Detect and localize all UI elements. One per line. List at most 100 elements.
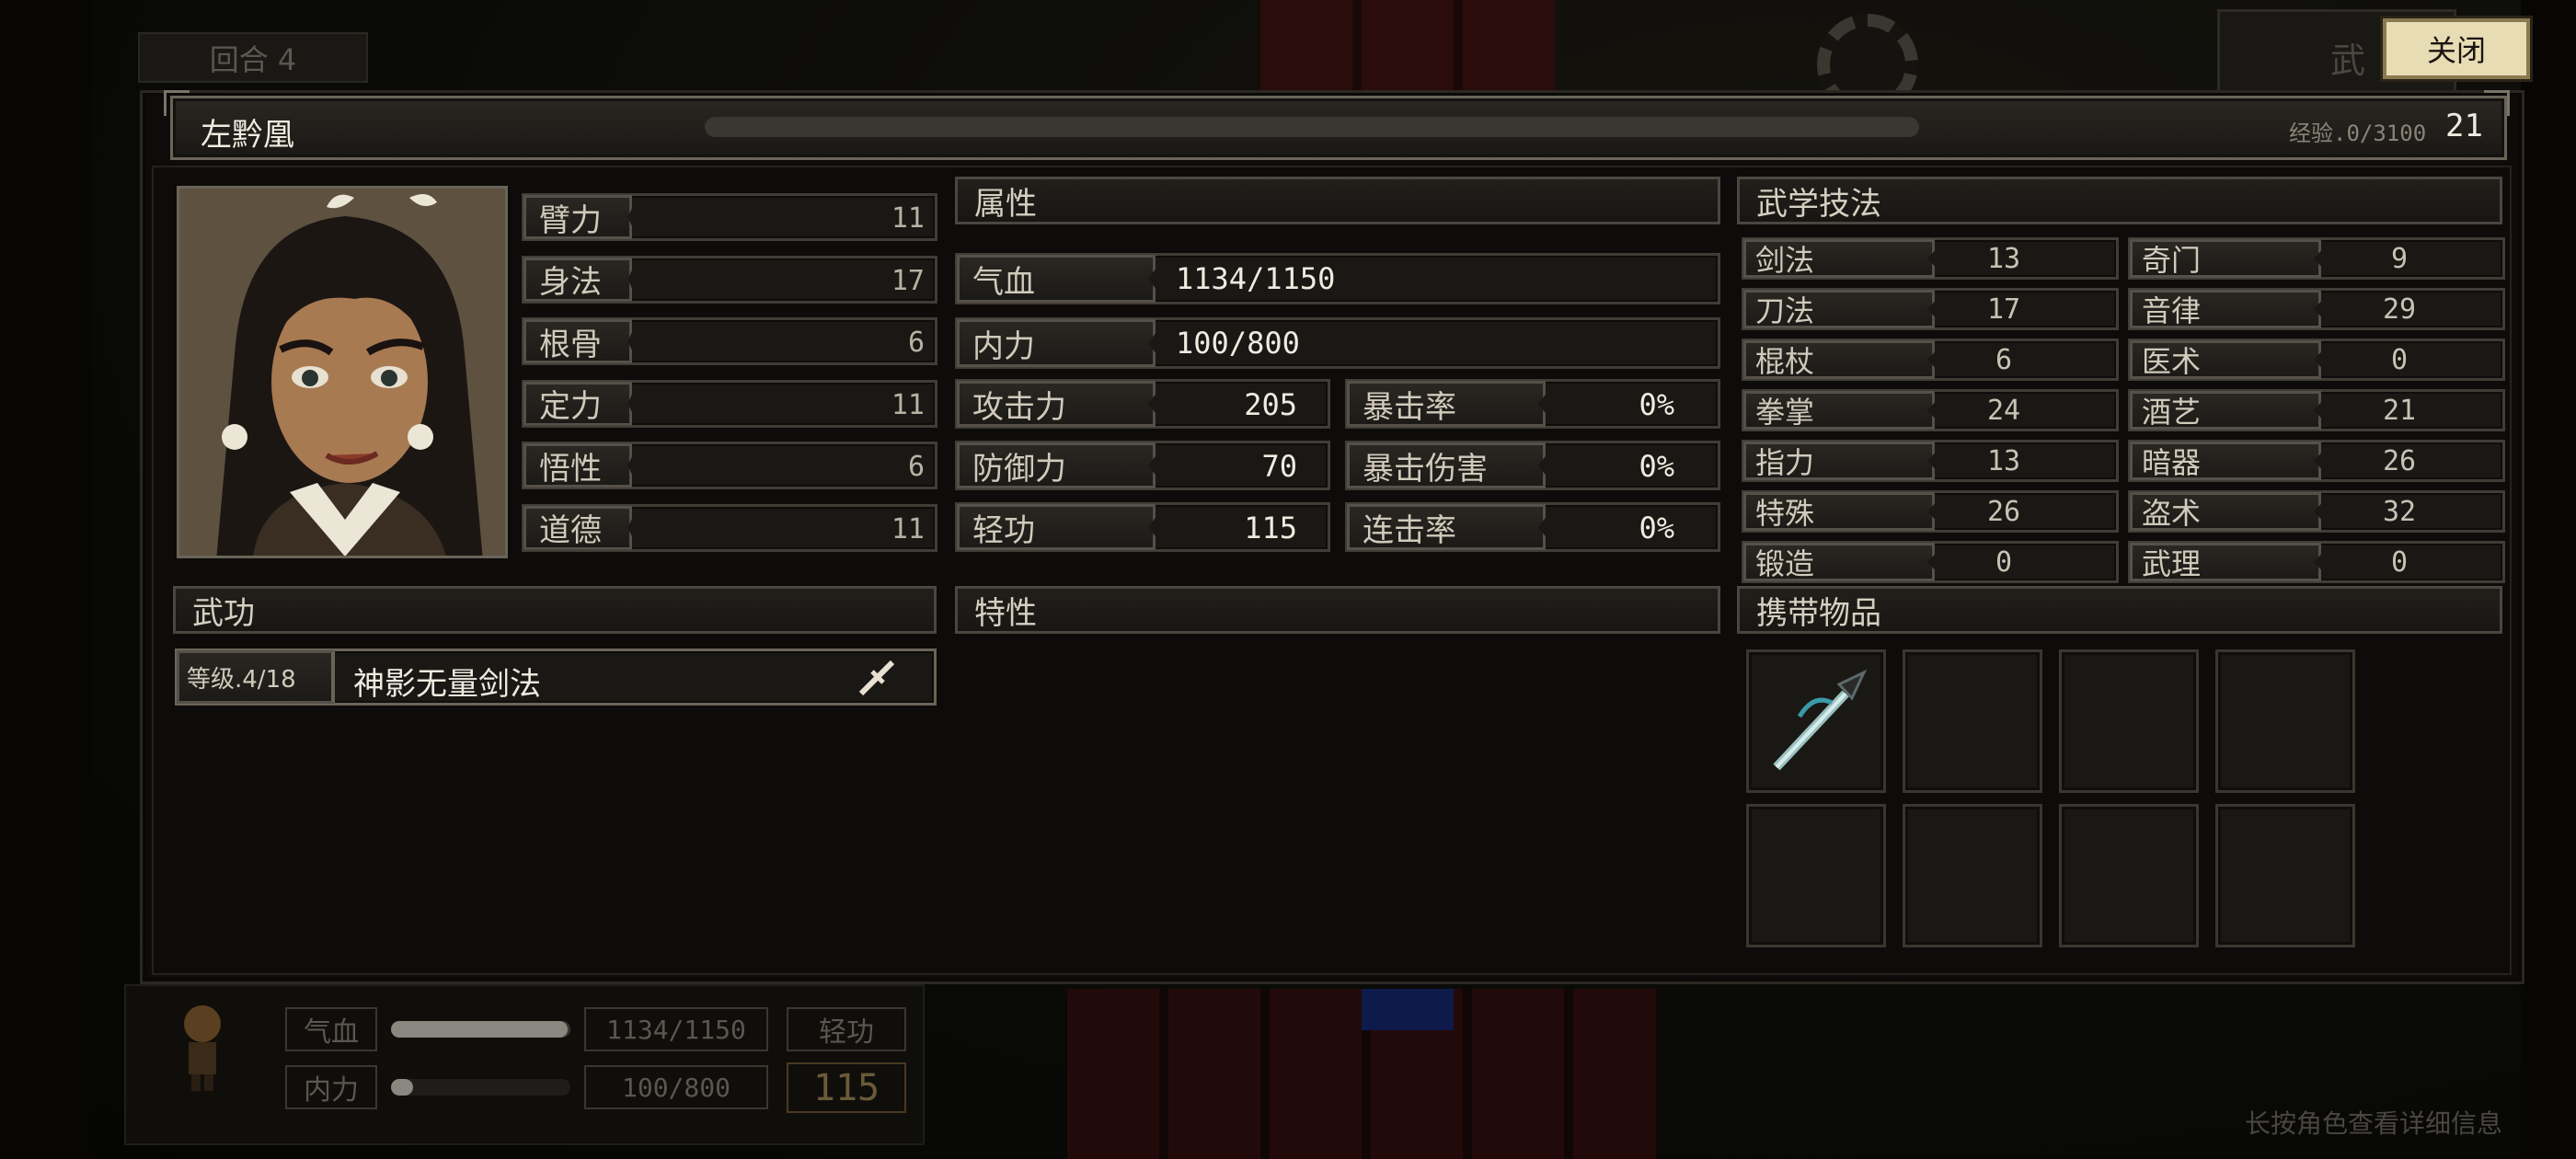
turn-indicator: 回合 4 <box>138 32 368 83</box>
skill-label-text: 酒艺 <box>2142 395 2202 430</box>
attribute-label-2-text: 连击率 <box>1363 511 1456 549</box>
hint-text: 长按角色查看详细信息 <box>2245 1108 2503 1139</box>
exp-label: 经验.0/3100 <box>2289 120 2427 146</box>
traits-header: 特性 <box>955 586 1720 634</box>
base-stat-value: 11 <box>891 202 925 235</box>
corner-ornament <box>2484 90 2510 116</box>
hud-hp-bar <box>391 1021 570 1038</box>
skill-label-text: 盗术 <box>2142 496 2202 531</box>
skill-label: 武理 <box>2130 543 2321 581</box>
attributes-title: 属性 <box>974 185 1037 223</box>
skill-value: 24 <box>1986 395 2021 427</box>
base-stat-label-text: 臂力 <box>539 201 602 239</box>
base-stat-label: 身法 <box>523 257 632 302</box>
inventory-slot[interactable] <box>1903 804 2042 947</box>
skill-value: 9 <box>2390 243 2409 275</box>
skill-label: 刀法 <box>1743 290 1935 328</box>
inventory-slot[interactable] <box>2059 804 2199 947</box>
hud-qinggong-value: 115 <box>787 1062 906 1113</box>
attribute-value-2: 0% <box>1639 449 1674 484</box>
skill-label-text: 剑法 <box>1755 243 1815 278</box>
map-tile-highlight <box>1362 989 1454 1030</box>
skill-label: 剑法 <box>1743 239 1935 278</box>
skill-label-text: 拳掌 <box>1755 395 1815 430</box>
skill-value: 0 <box>1995 546 2013 579</box>
attribute-label: 轻功 <box>957 504 1156 550</box>
hud-mp-label: 内力 <box>285 1065 377 1109</box>
skill-label: 音律 <box>2130 290 2321 328</box>
skill-value: 13 <box>1986 445 2021 477</box>
close-button[interactable]: 关闭 <box>2383 18 2530 79</box>
portrait-image <box>179 189 505 556</box>
skill-value: 26 <box>2382 445 2417 477</box>
inventory-slot[interactable] <box>2059 649 2199 793</box>
attribute-label-text: 轻功 <box>972 511 1035 549</box>
attribute-label-2: 连击率 <box>1347 504 1546 550</box>
base-stat-value: 17 <box>891 264 925 297</box>
attribute-label-2-text: 暴击率 <box>1363 388 1456 426</box>
attribute-label: 防御力 <box>957 442 1156 488</box>
skill-value: 6 <box>1995 344 2013 376</box>
skill-label-text: 刀法 <box>1755 293 1815 328</box>
base-stat-label-text: 定力 <box>539 388 602 425</box>
skill-label: 特殊 <box>1743 492 1935 531</box>
inventory-header: 携带物品 <box>1737 586 2502 634</box>
skill-label: 暗器 <box>2130 442 2321 480</box>
base-stat-label: 定力 <box>523 381 632 426</box>
hud-hp-label: 气血 <box>285 1007 377 1051</box>
skill-label-text: 指力 <box>1755 445 1815 480</box>
skill-label: 拳掌 <box>1743 391 1935 430</box>
hud-mp-value: 100/800 <box>584 1065 768 1109</box>
hp-label: 气血 <box>957 255 1156 303</box>
base-stat-label: 悟性 <box>523 443 632 488</box>
wugong-name: 神影无量剑法 <box>353 666 541 703</box>
character-name: 左黔凰 <box>201 117 294 154</box>
skill-label: 医术 <box>2130 340 2321 379</box>
attribute-label-text: 防御力 <box>972 450 1066 488</box>
level-value: 21 <box>2445 108 2483 144</box>
skill-label: 棍杖 <box>1743 340 1935 379</box>
corner-ornament <box>164 90 190 116</box>
base-stat-label: 臂力 <box>523 195 632 239</box>
attribute-value: 70 <box>1261 449 1297 484</box>
header-bar: 左黔凰 经验.0/3100 21 <box>170 96 2507 160</box>
inventory-slot[interactable] <box>1746 649 1886 793</box>
skill-value: 0 <box>2390 344 2409 376</box>
inventory-slot[interactable] <box>2215 804 2355 947</box>
game-screen: 回合 4 武 关闭 左黔凰 经验.0/3100 21 臂力 11 身法 17 根… <box>0 0 2576 1159</box>
martial-skills-header: 武学技法 <box>1737 177 2502 224</box>
wugong-title: 武功 <box>192 594 255 632</box>
hud-character-sprite <box>166 992 239 1093</box>
hud-qinggong-label: 轻功 <box>787 1007 906 1051</box>
base-stat-value: 11 <box>891 512 925 545</box>
skill-label: 奇门 <box>2130 239 2321 278</box>
base-stat-value: 11 <box>891 388 925 421</box>
skill-value: 17 <box>1986 293 2021 326</box>
attribute-value: 205 <box>1244 387 1297 422</box>
base-stat-label-text: 道德 <box>539 512 602 549</box>
hp-value: 1134/1150 <box>1176 261 1336 296</box>
attributes-header: 属性 <box>955 177 1720 224</box>
mp-value: 100/800 <box>1176 326 1300 361</box>
skill-label: 指力 <box>1743 442 1935 480</box>
skill-label: 锻造 <box>1743 543 1935 581</box>
skill-value: 21 <box>2382 395 2417 427</box>
tab-label: 武 <box>2330 40 2366 81</box>
attribute-label-2: 暴击率 <box>1347 381 1546 427</box>
hud-mp-fill <box>391 1079 414 1096</box>
base-stat-label-text: 根骨 <box>539 326 602 363</box>
turn-label: 回合 4 <box>209 41 297 77</box>
wugong-header: 武功 <box>173 586 937 634</box>
base-stat-label: 根骨 <box>523 319 632 363</box>
attribute-value-2: 0% <box>1639 511 1674 545</box>
hud-mp-bar <box>391 1079 570 1096</box>
hud-hp-fill <box>391 1021 569 1038</box>
skill-label-text: 武理 <box>2142 546 2202 581</box>
inventory-slot[interactable] <box>1903 649 2042 793</box>
skill-value: 13 <box>1986 243 2021 275</box>
inventory-slot[interactable] <box>2215 649 2355 793</box>
base-stat-label-text: 悟性 <box>539 450 602 488</box>
map-tiles <box>1260 0 1555 92</box>
skill-label-text: 锻造 <box>1755 546 1815 581</box>
inventory-slot[interactable] <box>1746 804 1886 947</box>
